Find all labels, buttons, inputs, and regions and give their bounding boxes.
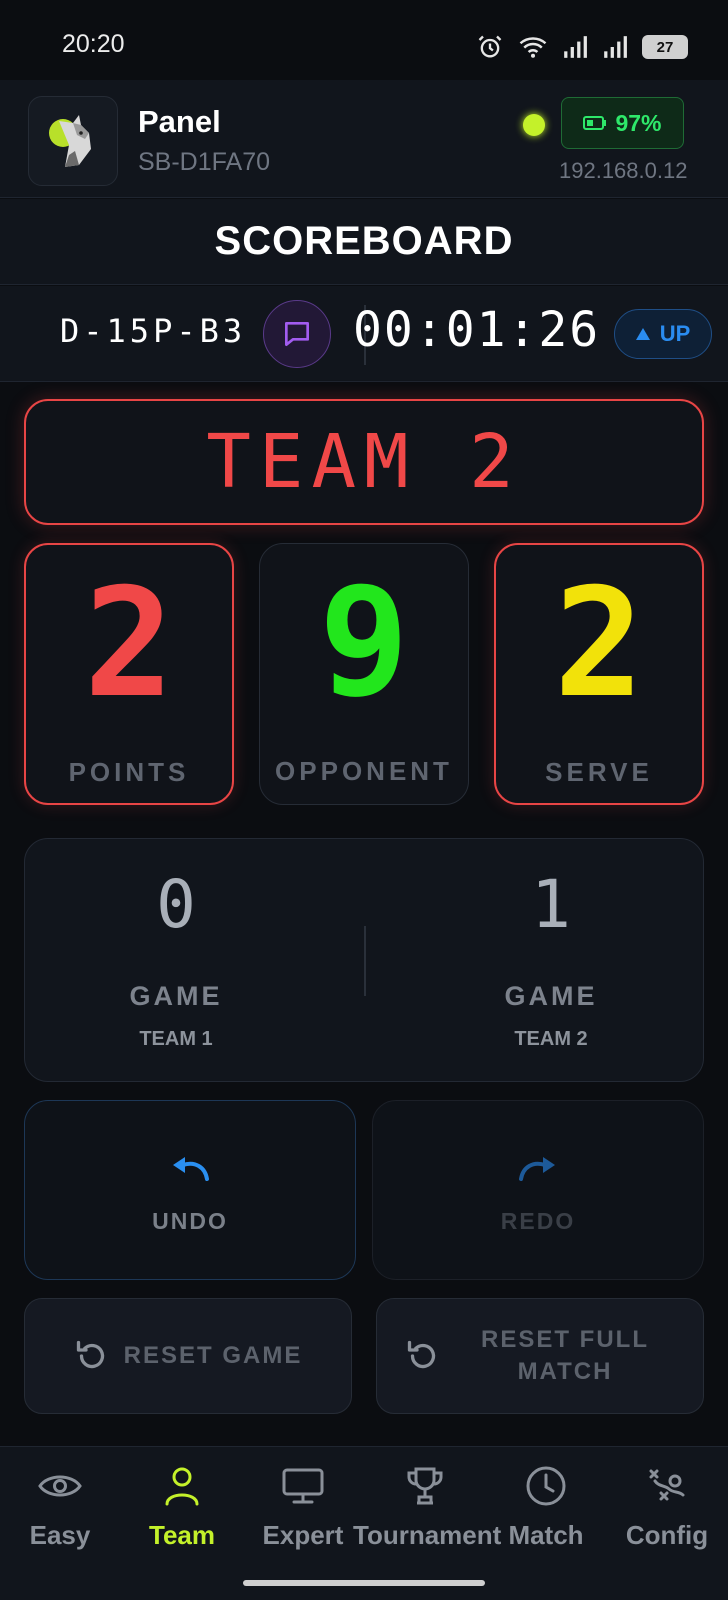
battery-icon [583,116,607,130]
timer-direction-label: UP [659,321,691,346]
nav-config-label: Config [625,1520,709,1550]
match-timer: 00:01:26 [353,302,601,358]
opponent-label: OPPONENT [275,756,453,786]
reset-game-label: RESET GAME [123,1342,303,1369]
match-code: D-15P-B3 [60,312,247,350]
redo-icon [519,1157,555,1181]
team1-name: TEAM 1 [139,1028,213,1050]
wifi-icon [519,37,547,58]
nav-config[interactable]: Config [607,1462,727,1551]
title-bar: SCOREBOARD [0,199,728,285]
home-indicator[interactable] [243,1580,485,1586]
team1-games-label: GAME [129,981,223,1011]
arrow-up-icon [635,328,650,340]
page-title: SCOREBOARD [214,219,514,263]
nav-tournament[interactable]: Tournament [353,1462,501,1551]
team2-games-value: 1 [531,866,571,943]
reset-icon [76,1340,104,1369]
points-label: POINTS [68,757,190,787]
battery-status: 27 [642,35,688,59]
nav-match[interactable]: Match [486,1462,606,1551]
nav-expert[interactable]: Expert [243,1462,363,1551]
timer-direction-button[interactable]: UP [614,309,712,359]
device-title: Panel [138,104,221,139]
signal-icon-2 [604,36,627,58]
undo-icon [173,1157,209,1181]
device-battery-value: 97% [615,109,662,136]
serve-label: SERVE [545,757,653,787]
reset-full-label-line2: MATCH [517,1358,613,1385]
team-banner[interactable]: TEAM 2 [24,399,704,525]
nav-team-label: Team [149,1520,215,1550]
signal-icon [564,36,587,58]
device-id: SB-D1FA70 [138,148,271,176]
device-logo[interactable] [28,96,118,186]
nav-tournament-label: Tournament [353,1520,502,1550]
trophy-icon [407,1467,443,1505]
monitor-icon [282,1468,324,1504]
reset-full-match-button[interactable]: RESET FULL MATCH [376,1298,704,1414]
reset-game-button[interactable]: RESET GAME [24,1298,352,1414]
undo-label: UNDO [152,1208,228,1234]
undo-button[interactable]: UNDO [24,1100,356,1280]
opponent-card[interactable]: 9 OPPONENT [259,543,469,805]
points-value: 2 [83,557,175,731]
nav-easy[interactable]: Easy [0,1462,120,1551]
reset-full-label-line1: RESET FULL [481,1326,649,1353]
ip-address: 192.168.0.12 [559,158,688,183]
user-icon [165,1467,199,1506]
status-icons: 27 [476,30,688,64]
serve-card[interactable]: 2 SERVE [494,543,704,805]
settings-icon [649,1469,685,1501]
team-name: TEAM 2 [206,419,522,505]
alarm-icon [478,35,502,58]
games-divider [364,926,366,996]
team2-name: TEAM 2 [514,1028,588,1050]
nav-easy-label: Easy [29,1520,91,1550]
team1-games-value: 0 [156,866,196,943]
nav-expert-label: Expert [262,1520,344,1550]
points-card[interactable]: 2 POINTS [24,543,234,805]
eye-icon [38,1475,82,1497]
online-indicator [523,114,545,136]
serve-value: 2 [553,557,645,731]
nav-match-label: Match [508,1520,584,1550]
nav-team[interactable]: Team [122,1462,242,1551]
redo-button[interactable]: REDO [372,1100,704,1280]
device-battery-chip: 97% [561,97,684,149]
chat-button[interactable] [263,300,331,368]
status-time: 20:20 [62,30,125,58]
team2-games-label: GAME [504,981,598,1011]
redo-label: REDO [500,1208,576,1234]
clock-icon [526,1466,566,1506]
reset-full-icon [407,1340,436,1369]
chat-icon [285,322,309,346]
opponent-value: 9 [318,556,410,730]
wolf-logo-icon [49,115,91,167]
